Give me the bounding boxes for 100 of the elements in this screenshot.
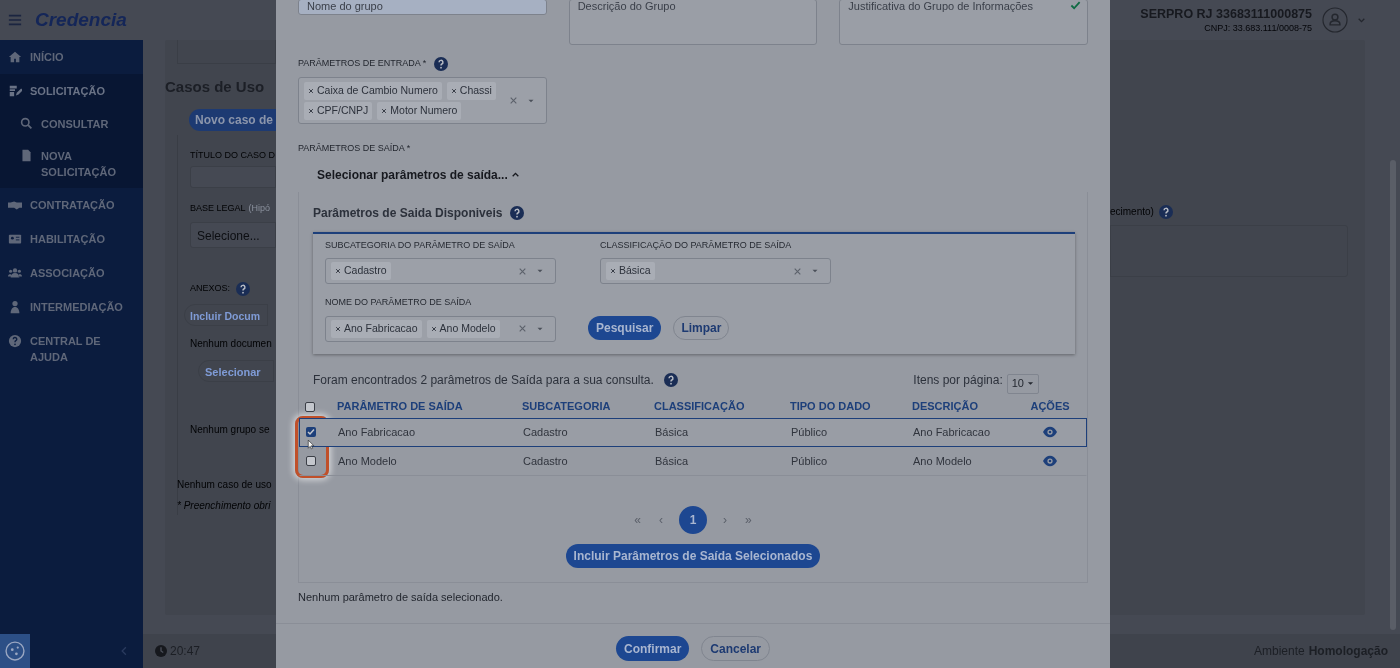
clear-icon[interactable] bbox=[509, 96, 518, 105]
table-row[interactable]: Ano Fabricacao Cadastro Básica Público Ano Fabricacao bbox=[299, 417, 1087, 447]
filter-select[interactable]: Cadastro bbox=[325, 258, 556, 284]
select-all-checkbox[interactable] bbox=[305, 401, 315, 412]
table-cell-text: Ano Modelo bbox=[913, 453, 973, 469]
user-cnpj: CNPJ: 33.683.111/0008-75 bbox=[1204, 22, 1312, 34]
per-page-label: Itens por página: bbox=[913, 371, 1003, 389]
sidebar-item[interactable]: ASSOCIAÇÃO bbox=[0, 256, 143, 290]
remove-icon[interactable] bbox=[308, 107, 314, 114]
selected-tag[interactable]: Básica bbox=[606, 262, 655, 280]
clear-icon[interactable] bbox=[518, 324, 527, 333]
panel-title: Parâmetros de Saida Disponiveis bbox=[313, 204, 503, 222]
search-icon bbox=[20, 117, 33, 130]
field-label: PARÂMETROS DE ENTRADA * bbox=[298, 57, 427, 71]
remove-icon[interactable] bbox=[335, 325, 341, 332]
base-legal-select[interactable]: Selecione... bbox=[190, 221, 276, 248]
help-icon bbox=[663, 372, 678, 387]
search-button[interactable]: Pesquisar bbox=[588, 315, 662, 340]
column-header: SUBCATEGORIA bbox=[522, 399, 612, 415]
required-note: * Preenchimento obri bbox=[177, 498, 272, 513]
field-label: BASE LEGAL bbox=[190, 202, 246, 215]
filter-select[interactable]: Ano Fabricacao Ano Modelo bbox=[325, 315, 556, 342]
sidebar-subitem[interactable]: NOVA SOLICITAÇÃO bbox=[0, 140, 143, 188]
caret-icon bbox=[1027, 380, 1034, 387]
empty-message: Nenhum documen bbox=[190, 336, 273, 351]
help-icon bbox=[236, 281, 250, 296]
first-page-button[interactable]: « bbox=[632, 510, 643, 529]
sidebar-item[interactable]: CONTRATAÇÃO bbox=[0, 188, 143, 222]
cookie-icon bbox=[4, 640, 26, 662]
home-icon bbox=[8, 50, 22, 64]
clear-icon[interactable] bbox=[518, 266, 527, 276]
selected-tag[interactable]: CPF/CNPJ bbox=[304, 101, 373, 120]
field-label: CLASSIFICAÇÃO DO PARÂMETRO DE SAÍDA bbox=[600, 238, 793, 252]
sidebar-item[interactable]: INÍCIO bbox=[0, 40, 143, 74]
field-label: ANEXOS: bbox=[190, 281, 230, 295]
previous-page-button[interactable]: ‹ bbox=[657, 510, 665, 529]
confirm-button[interactable]: Confirmar bbox=[615, 636, 690, 661]
input-field[interactable]: Descrição do Grupo bbox=[568, 0, 818, 45]
sidebar-subitem[interactable]: CONSULTAR bbox=[0, 108, 143, 140]
last-page-button[interactable]: » bbox=[743, 510, 754, 529]
file-icon bbox=[20, 149, 33, 162]
result-summary: Foram encontrados 2 parâmetros de Saída para a sua consulta. bbox=[313, 371, 654, 389]
column-header: PARÂMETRO DE SAÍDA bbox=[337, 399, 464, 415]
help-icon bbox=[1158, 204, 1173, 219]
edit-icon bbox=[8, 84, 22, 98]
table-cell-text: Básica bbox=[655, 424, 690, 440]
cursor-icon bbox=[307, 437, 317, 451]
column-header: CLASSIFICAÇÃO bbox=[654, 399, 746, 415]
cookie-button[interactable] bbox=[0, 634, 30, 668]
eye-icon[interactable] bbox=[1043, 454, 1057, 468]
selected-tag[interactable]: Ano Modelo bbox=[426, 319, 500, 338]
remove-icon[interactable] bbox=[450, 87, 457, 94]
table-cell-text: Ano Fabricacao bbox=[338, 424, 417, 440]
column-header: AÇÕES bbox=[1029, 399, 1071, 415]
remove-icon[interactable] bbox=[610, 268, 616, 274]
help-icon bbox=[8, 334, 22, 348]
empty-message: Nenhum caso de uso bbox=[177, 477, 273, 492]
clock-icon bbox=[155, 645, 167, 657]
input-parameters-select[interactable]: Caixa de Cambio Numero Chassi CPF/CNPJ Motor Numero bbox=[298, 77, 547, 124]
sidebar-item[interactable]: INTERMEDIAÇÃO bbox=[0, 290, 143, 324]
input-field[interactable]: Justificativa do Grupo de Informações bbox=[839, 0, 1088, 45]
field-hint: (Hipó bbox=[248, 202, 271, 215]
selected-tag[interactable]: Cadastro bbox=[331, 262, 391, 280]
selected-tag[interactable]: Caixa de Cambio Numero bbox=[304, 81, 442, 100]
selected-tag[interactable]: Chassi bbox=[446, 81, 496, 100]
field-label: NOME DO PARÂMETRO DE SAÍDA bbox=[325, 296, 473, 309]
field-hint: ecimento) bbox=[1110, 205, 1154, 219]
per-page-select[interactable]: 10 bbox=[1006, 373, 1039, 394]
id-card-icon bbox=[8, 232, 22, 246]
page-button[interactable]: 1 bbox=[679, 505, 707, 534]
remove-icon[interactable] bbox=[381, 107, 388, 114]
table-cell-text: Cadastro bbox=[523, 424, 569, 440]
field-label: PARÂMETROS DE SAÍDA * bbox=[298, 142, 412, 155]
output-parameters-toggle[interactable]: Selecionar parâmetros de saída... bbox=[317, 165, 1088, 184]
remove-icon[interactable] bbox=[335, 268, 341, 274]
table-row[interactable]: Ano Modelo Cadastro Básica Público Ano Modelo bbox=[299, 446, 1087, 476]
table-cell-text: Ano Fabricacao bbox=[913, 424, 992, 440]
remove-icon[interactable] bbox=[430, 325, 437, 332]
users-icon bbox=[8, 266, 22, 280]
table-cell-text: Público bbox=[791, 453, 829, 469]
sidebar-item[interactable]: HABILITAÇÃO bbox=[0, 222, 143, 256]
field-label: SUBCATEGORIA DO PARÂMETRO DE SAÍDA bbox=[325, 238, 516, 252]
sidebar-item[interactable]: SOLICITAÇÃO bbox=[0, 74, 143, 108]
selected-tag[interactable]: Ano Fabricacao bbox=[331, 319, 422, 338]
input-field[interactable]: Nome do grupo bbox=[298, 0, 547, 15]
include-selected-button[interactable]: Incluir Parâmetros de Saída Selecionados bbox=[565, 543, 821, 568]
row-checkbox[interactable] bbox=[306, 456, 316, 466]
next-page-button[interactable]: › bbox=[721, 510, 729, 529]
clear-icon[interactable] bbox=[793, 266, 802, 276]
column-header: DESCRIÇÃO bbox=[912, 399, 979, 415]
empty-message: Nenhum grupo se bbox=[190, 422, 271, 437]
eye-icon[interactable] bbox=[1043, 425, 1057, 439]
selected-tag[interactable]: Motor Numero bbox=[377, 101, 462, 120]
field-label: TÍTULO DO CASO D bbox=[190, 148, 276, 162]
table-cell-text: Cadastro bbox=[523, 453, 569, 469]
title-input[interactable] bbox=[190, 166, 276, 188]
filter-select[interactable]: Básica bbox=[600, 258, 831, 284]
remove-icon[interactable] bbox=[308, 87, 314, 94]
table-cell-text: Público bbox=[791, 424, 829, 440]
sidebar-item[interactable]: CENTRAL DE AJUDA bbox=[0, 324, 143, 374]
